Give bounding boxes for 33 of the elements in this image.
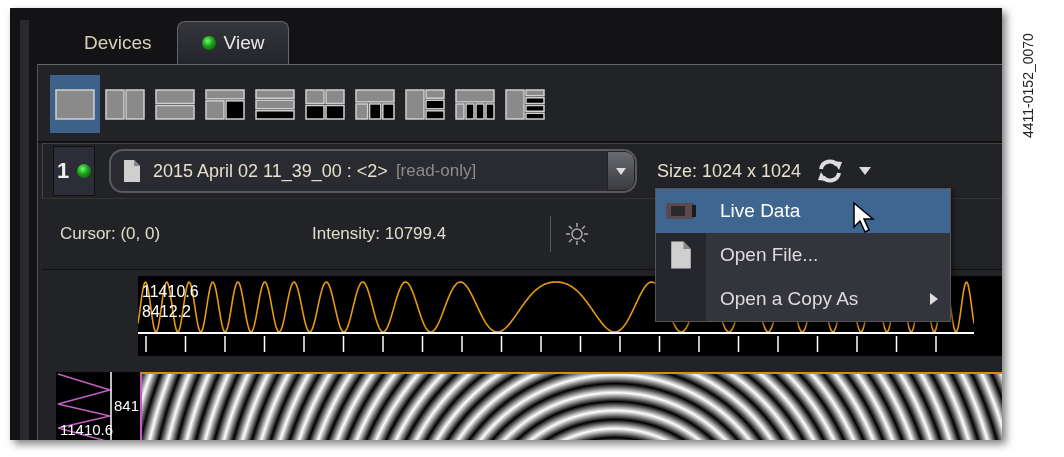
document-icon: [670, 240, 692, 270]
layout-grid-icon: [55, 88, 95, 120]
layout-grid-icon: [255, 88, 295, 120]
viewport-number: 1: [56, 158, 70, 184]
source-dropdown[interactable]: 2015 April 02 11_39_00 : <2> [read-only]: [109, 149, 637, 193]
layout-grid-icon: [155, 88, 195, 120]
layout-grid-icon: [305, 88, 345, 120]
dropdown-button[interactable]: [607, 151, 635, 191]
menu-item[interactable]: Live Data: [656, 189, 950, 233]
layout-grid-icon: [405, 88, 445, 120]
intensity-readout: Intensity: 10799.4: [312, 224, 447, 244]
menu-item[interactable]: Open File...: [656, 233, 950, 277]
mouse-pointer-icon: [852, 201, 878, 235]
caret-icon: [616, 167, 626, 175]
tab[interactable]: Devices: [59, 21, 177, 64]
layout-grid-icon: [105, 88, 145, 120]
read-only-label: [read-only]: [395, 161, 478, 181]
menu-item[interactable]: Open a Copy As: [656, 277, 950, 321]
size-label: Size: 1024 x 1024: [657, 160, 802, 182]
layout-grid-icon: [355, 88, 395, 120]
layout-grid-icon: [205, 88, 245, 120]
brightness-icon[interactable]: [565, 222, 590, 246]
layout-grid-icon: [505, 88, 545, 120]
cursor-readout: Cursor: (0, 0): [60, 224, 162, 244]
camera-icon: [665, 201, 697, 221]
submenu-arrow-icon: [930, 293, 938, 305]
file-name: 2015 April 02 11_39_00 : <2>: [153, 160, 388, 182]
document-icon: [123, 159, 141, 183]
side-min-value: 841: [114, 398, 140, 413]
caret-icon[interactable]: [859, 167, 872, 175]
layout-grid-icon: [455, 88, 495, 120]
tab[interactable]: View: [176, 21, 290, 64]
figure-id: 4411-0152_0070: [1020, 32, 1036, 138]
